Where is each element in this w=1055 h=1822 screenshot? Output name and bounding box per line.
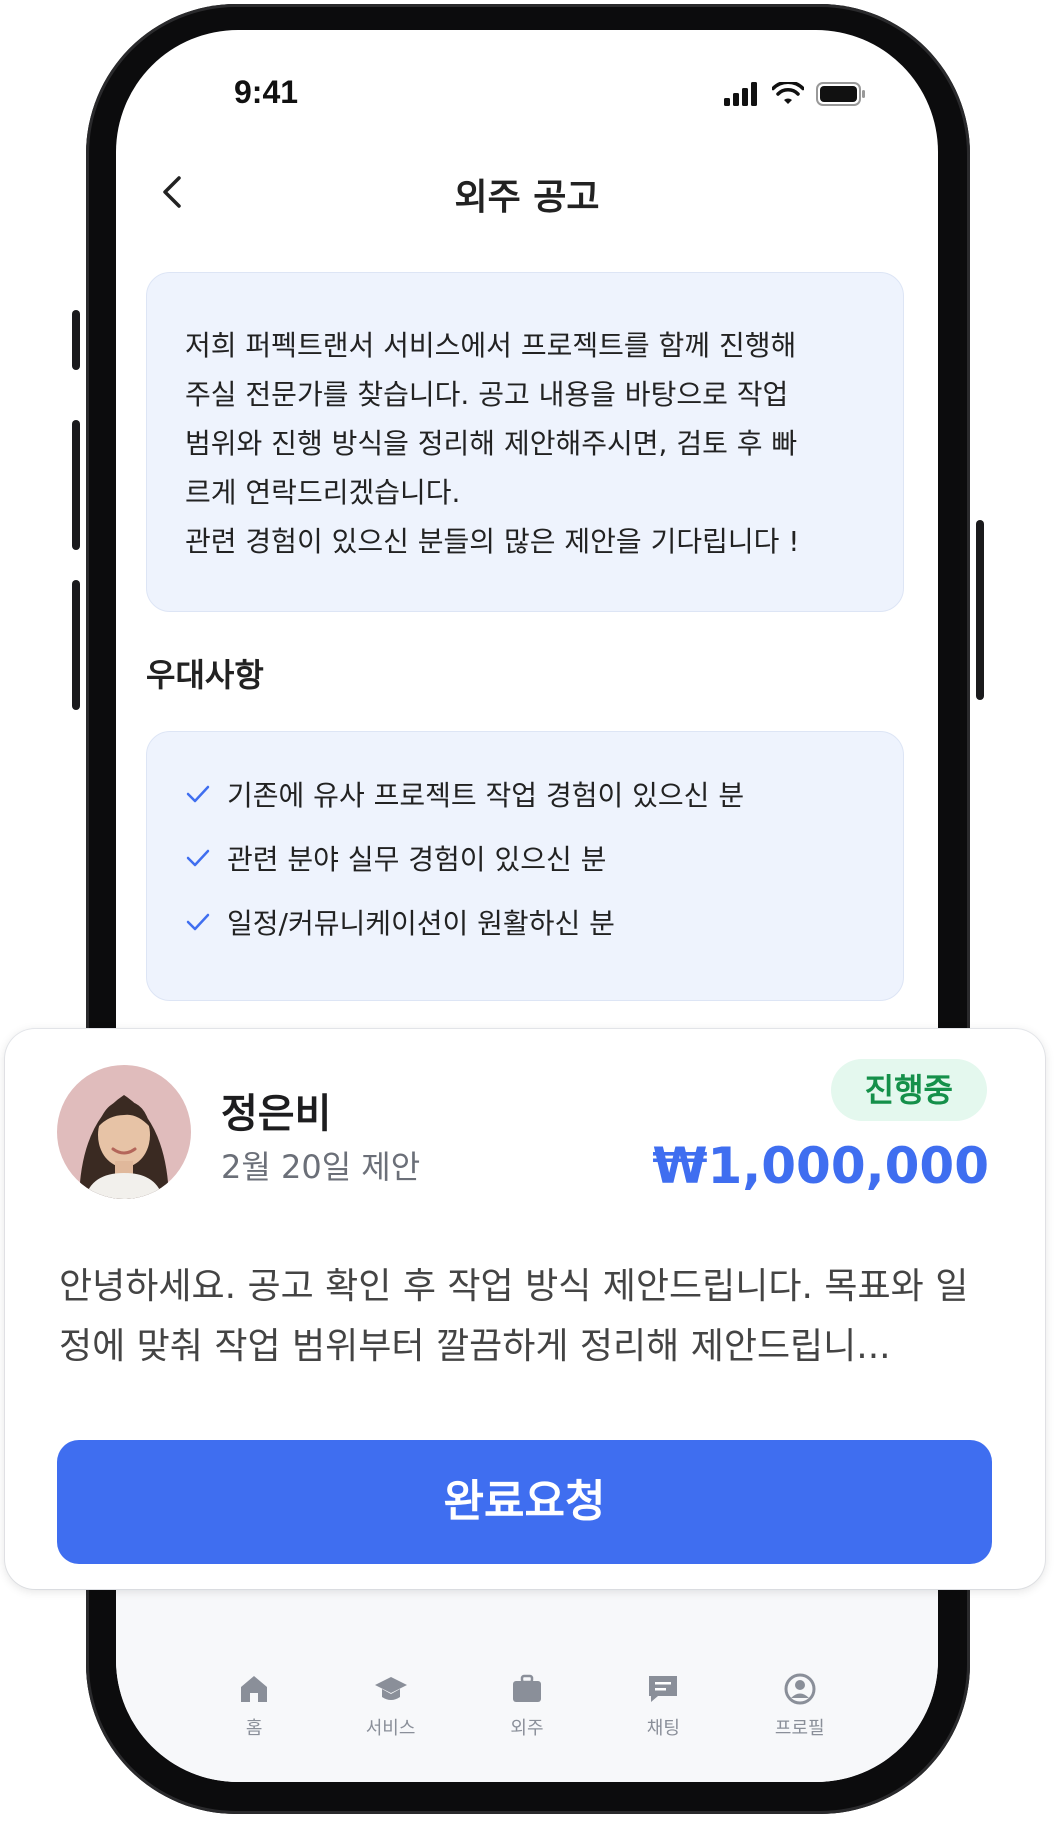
status-badge: 진행중 bbox=[830, 1059, 987, 1121]
wifi-icon bbox=[772, 82, 804, 104]
perks-box: 기존에 유사 프로젝트 작업 경험이 있으신 분 관련 분야 실무 경험이 있으… bbox=[146, 731, 904, 1001]
perk-label: 일정/커뮤니케이션이 원활하신 분 bbox=[227, 907, 615, 940]
perk-item: 기존에 유사 프로젝트 작업 경험이 있으신 분 bbox=[183, 774, 744, 814]
briefcase-icon bbox=[512, 1674, 541, 1702]
avatar bbox=[57, 1065, 191, 1199]
tab-label: 프로필 bbox=[774, 1718, 825, 1739]
tab-label: 서비스 bbox=[365, 1718, 416, 1739]
home-icon bbox=[241, 1676, 268, 1702]
chat-icon bbox=[649, 1676, 678, 1702]
check-icon bbox=[186, 849, 210, 867]
intro-box: 저희 퍼펙트랜서 서비스에서 프로젝트를 함께 진행해 주실 전문가를 찾습니다… bbox=[146, 272, 904, 612]
proposer-name: 정은비 bbox=[221, 1091, 332, 1137]
check-icon bbox=[186, 913, 210, 931]
battery-icon bbox=[816, 82, 865, 106]
perk-label: 기존에 유사 프로젝트 작업 경험이 있으신 분 bbox=[227, 779, 745, 812]
volume-down-button bbox=[72, 580, 80, 710]
tab-profile[interactable]: 프로필 bbox=[755, 1672, 845, 1740]
tab-label: 외주 bbox=[510, 1718, 544, 1739]
tab-services[interactable]: 서비스 bbox=[346, 1672, 436, 1740]
tab-outsourcing[interactable]: 외주 bbox=[482, 1672, 572, 1740]
perk-item: 일정/커뮤니케이션이 원활하신 분 bbox=[183, 902, 615, 942]
perk-item: 관련 분야 실무 경험이 있으신 분 bbox=[183, 838, 606, 878]
tab-label: 채팅 bbox=[646, 1718, 680, 1739]
graduation-cap-icon bbox=[374, 1677, 407, 1700]
power-button bbox=[976, 520, 984, 700]
cellular-signal-icon bbox=[724, 82, 757, 106]
page-title: 외주 공고 bbox=[454, 177, 600, 218]
perk-label: 관련 분야 실무 경험이 있으신 분 bbox=[227, 843, 607, 876]
volume-up-button bbox=[72, 420, 80, 550]
intro-text: 저희 퍼펙트랜서 서비스에서 프로젝트를 함께 진행해 주실 전문가를 찾습니다… bbox=[185, 329, 800, 558]
proposal-card[interactable]: 정은비 2월 20일 제안 진행중 ₩1,000,000 안녕하세요. 공고 확… bbox=[5, 1029, 1045, 1589]
check-icon bbox=[186, 785, 210, 803]
tab-chat[interactable]: 채팅 bbox=[618, 1672, 708, 1740]
proposal-price: ₩1,000,000 bbox=[652, 1137, 989, 1195]
complete-request-button[interactable]: 완료요청 bbox=[57, 1440, 992, 1564]
status-icons bbox=[724, 82, 866, 106]
proposal-date: 2월 20일 제안 bbox=[221, 1148, 421, 1186]
profile-icon bbox=[784, 1673, 816, 1705]
perks-title: 우대사항 bbox=[146, 656, 264, 694]
status-bar: 9:41 bbox=[116, 30, 938, 150]
header: 외주 공고 bbox=[116, 150, 938, 240]
status-time: 9:41 bbox=[234, 74, 299, 110]
side-button bbox=[72, 310, 80, 370]
tab-home[interactable]: 홈 bbox=[209, 1672, 299, 1740]
tab-label: 홈 bbox=[245, 1718, 263, 1739]
proposal-message: 안녕하세요. 공고 확인 후 작업 방식 제안드립니다. 목표와 일정에 맞춰 … bbox=[59, 1266, 969, 1367]
